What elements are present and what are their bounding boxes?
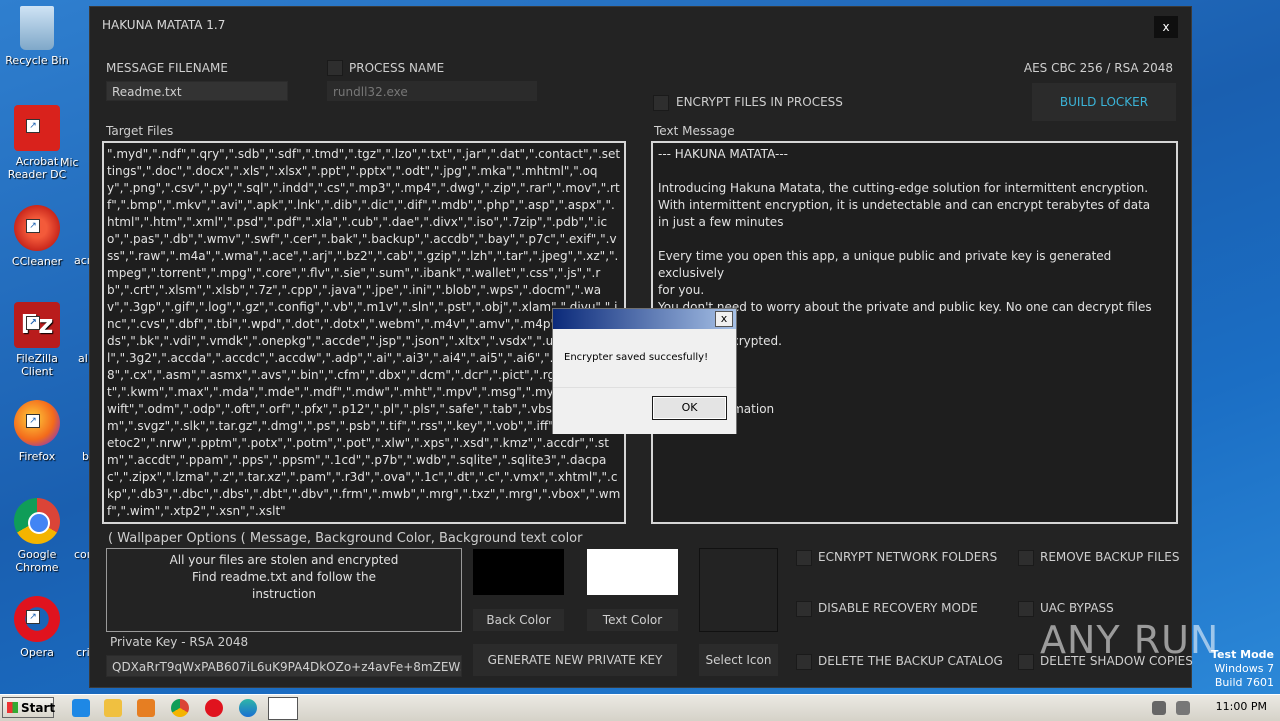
encrypt-network-checkbox[interactable] — [796, 550, 812, 566]
remove-backup-label: REMOVE BACKUP FILES — [1040, 550, 1180, 564]
process-name-label: PROCESS NAME — [349, 61, 445, 75]
desktop-icon-label: cri — [76, 646, 90, 659]
desktop-icon-opera[interactable]: ↗ Opera — [2, 596, 72, 659]
firefox-icon: ↗ — [14, 400, 60, 446]
generate-private-key-button[interactable]: GENERATE NEW PRIVATE KEY — [473, 644, 677, 676]
shortcut-arrow-icon: ↗ — [26, 414, 40, 428]
shortcut-arrow-icon: ↗ — [26, 316, 40, 330]
desktop-icon-chrome[interactable]: Google Chrome — [2, 498, 72, 574]
delete-catalog-label: DELETE THE BACKUP CATALOG — [818, 654, 1003, 668]
uac-bypass-label: UAC BYPASS — [1040, 601, 1114, 615]
desktop-icon-label: coı — [74, 548, 90, 561]
disable-recovery-label: DISABLE RECOVERY MODE — [818, 601, 978, 615]
desktop-icon-label: al — [78, 352, 88, 365]
windows-flag-icon — [7, 702, 18, 713]
uac-bypass-checkbox[interactable] — [1018, 601, 1034, 617]
shortcut-arrow-icon: ↗ — [26, 219, 40, 233]
edge-taskbar-icon[interactable] — [239, 699, 257, 717]
shortcut-arrow-icon: ↗ — [26, 119, 40, 133]
desktop-icon-label: acı — [74, 254, 90, 267]
filezilla-icon: Fz ↗ — [14, 302, 60, 348]
desktop-icon-label: Firefox — [18, 450, 56, 463]
start-button[interactable]: Start — [2, 697, 56, 718]
test-mode-line: Test Mode — [1211, 648, 1274, 661]
text-color-swatch[interactable] — [587, 549, 678, 595]
icon-preview — [699, 548, 778, 632]
desktop-icon-label: CCleaner — [11, 255, 63, 268]
media-player-icon[interactable] — [137, 699, 155, 717]
delete-shadow-checkbox[interactable] — [1018, 654, 1034, 670]
window-title: HAKUNA MATATA 1.7 — [102, 18, 226, 32]
desktop-icon-label: b — [82, 450, 89, 463]
desktop-icon-acrobat[interactable]: ↗ Acrobat Reader DC — [2, 105, 72, 181]
text-color-button[interactable]: Text Color — [587, 609, 678, 631]
crypto-label: AES CBC 256 / RSA 2048 — [1023, 61, 1173, 75]
shortcut-arrow-icon: ↗ — [26, 610, 40, 624]
recycle-bin-icon — [20, 6, 54, 50]
wallpaper-options-label: ( Wallpaper Options ( Message, Backgroun… — [108, 531, 583, 546]
dialog-close-button[interactable]: x — [715, 311, 733, 327]
desktop-icon-filezilla[interactable]: Fz ↗ FileZilla Client — [2, 302, 72, 378]
test-mode-line: Build 7601 — [1214, 676, 1274, 689]
desktop-icon-firefox[interactable]: ↗ Firefox — [2, 400, 72, 463]
desktop-icon-recycle-bin[interactable]: Recycle Bin — [2, 6, 72, 67]
disable-recovery-checkbox[interactable] — [796, 601, 812, 617]
hakuna-matata-taskbar-button[interactable] — [268, 697, 298, 720]
encrypt-files-in-process-label: ENCRYPT FILES IN PROCESS — [676, 95, 843, 109]
desktop-icon-partial[interactable]: Mic — [60, 156, 90, 169]
desktop-icon-label: Google Chrome — [15, 548, 59, 574]
network-tray-icon[interactable] — [1152, 701, 1166, 715]
desktop-icon-label: Mic — [60, 156, 79, 169]
ie-icon[interactable] — [72, 699, 90, 717]
desktop-icon-label: Acrobat Reader DC — [7, 155, 67, 181]
desktop-icon-label: Recycle Bin — [5, 54, 69, 67]
delete-catalog-checkbox[interactable] — [796, 654, 812, 670]
target-files-textarea[interactable]: ".myd",".ndf",".qry",".sdb",".sdf",".tmd… — [102, 141, 626, 524]
message-filename-label: MESSAGE FILENAME — [106, 61, 228, 75]
process-name-input[interactable]: rundll32.exe — [327, 81, 537, 101]
chrome-center-icon — [28, 512, 50, 534]
acrobat-icon: ↗ — [14, 105, 60, 151]
wallpaper-message-textarea[interactable]: All your files are stolen and encrypted … — [106, 548, 462, 632]
desktop-icon-label: FileZilla Client — [16, 352, 58, 378]
private-key-label: Private Key - RSA 2048 — [110, 635, 249, 649]
test-mode-notice: Test Mode Windows 7 Build 7601 — [1211, 648, 1274, 690]
opera-taskbar-icon[interactable] — [205, 699, 223, 717]
dialog-ok-button[interactable]: OK — [652, 396, 727, 420]
explorer-icon[interactable] — [104, 699, 122, 717]
taskbar: Start 11:00 PM — [0, 694, 1280, 721]
remove-backup-checkbox[interactable] — [1018, 550, 1034, 566]
taskbar-clock[interactable]: 11:00 PM — [1216, 700, 1267, 713]
dialog-titlebar — [553, 309, 736, 329]
desktop-icon-label: Opera — [20, 646, 54, 659]
window-close-button[interactable]: x — [1154, 16, 1178, 38]
encrypt-files-in-process-checkbox[interactable] — [653, 95, 669, 111]
desktop-icon-ccleaner[interactable]: ↗ CCleaner — [2, 205, 72, 268]
dialog-message: Encrypter saved succesfully! — [564, 352, 709, 363]
message-filename-input[interactable]: Readme.txt — [106, 81, 288, 101]
test-mode-line: Windows 7 — [1214, 662, 1274, 675]
process-name-checkbox[interactable] — [327, 60, 343, 76]
anyrun-watermark: ANY RUN — [1040, 618, 1220, 662]
start-label: Start — [21, 701, 56, 715]
encrypt-network-label: ECNRYPT NETWORK FOLDERS — [818, 550, 998, 564]
private-key-input[interactable]: QDXaRrT9qWxPAB607iL6uK9PA4DkOZo+z4avFe+8… — [106, 655, 462, 677]
chrome-taskbar-icon[interactable] — [171, 699, 189, 717]
build-locker-button[interactable]: BUILD LOCKER — [1032, 83, 1176, 121]
select-icon-button[interactable]: Select Icon — [699, 644, 778, 676]
volume-tray-icon[interactable] — [1176, 701, 1190, 715]
text-message-label: Text Message — [654, 124, 735, 138]
back-color-swatch[interactable] — [473, 549, 564, 595]
back-color-button[interactable]: Back Color — [473, 609, 564, 631]
opera-icon: ↗ — [14, 596, 60, 642]
chrome-icon — [14, 498, 60, 544]
ccleaner-icon: ↗ — [14, 205, 60, 251]
message-dialog: x Encrypter saved succesfully! OK — [552, 308, 737, 434]
target-files-label: Target Files — [106, 124, 174, 138]
